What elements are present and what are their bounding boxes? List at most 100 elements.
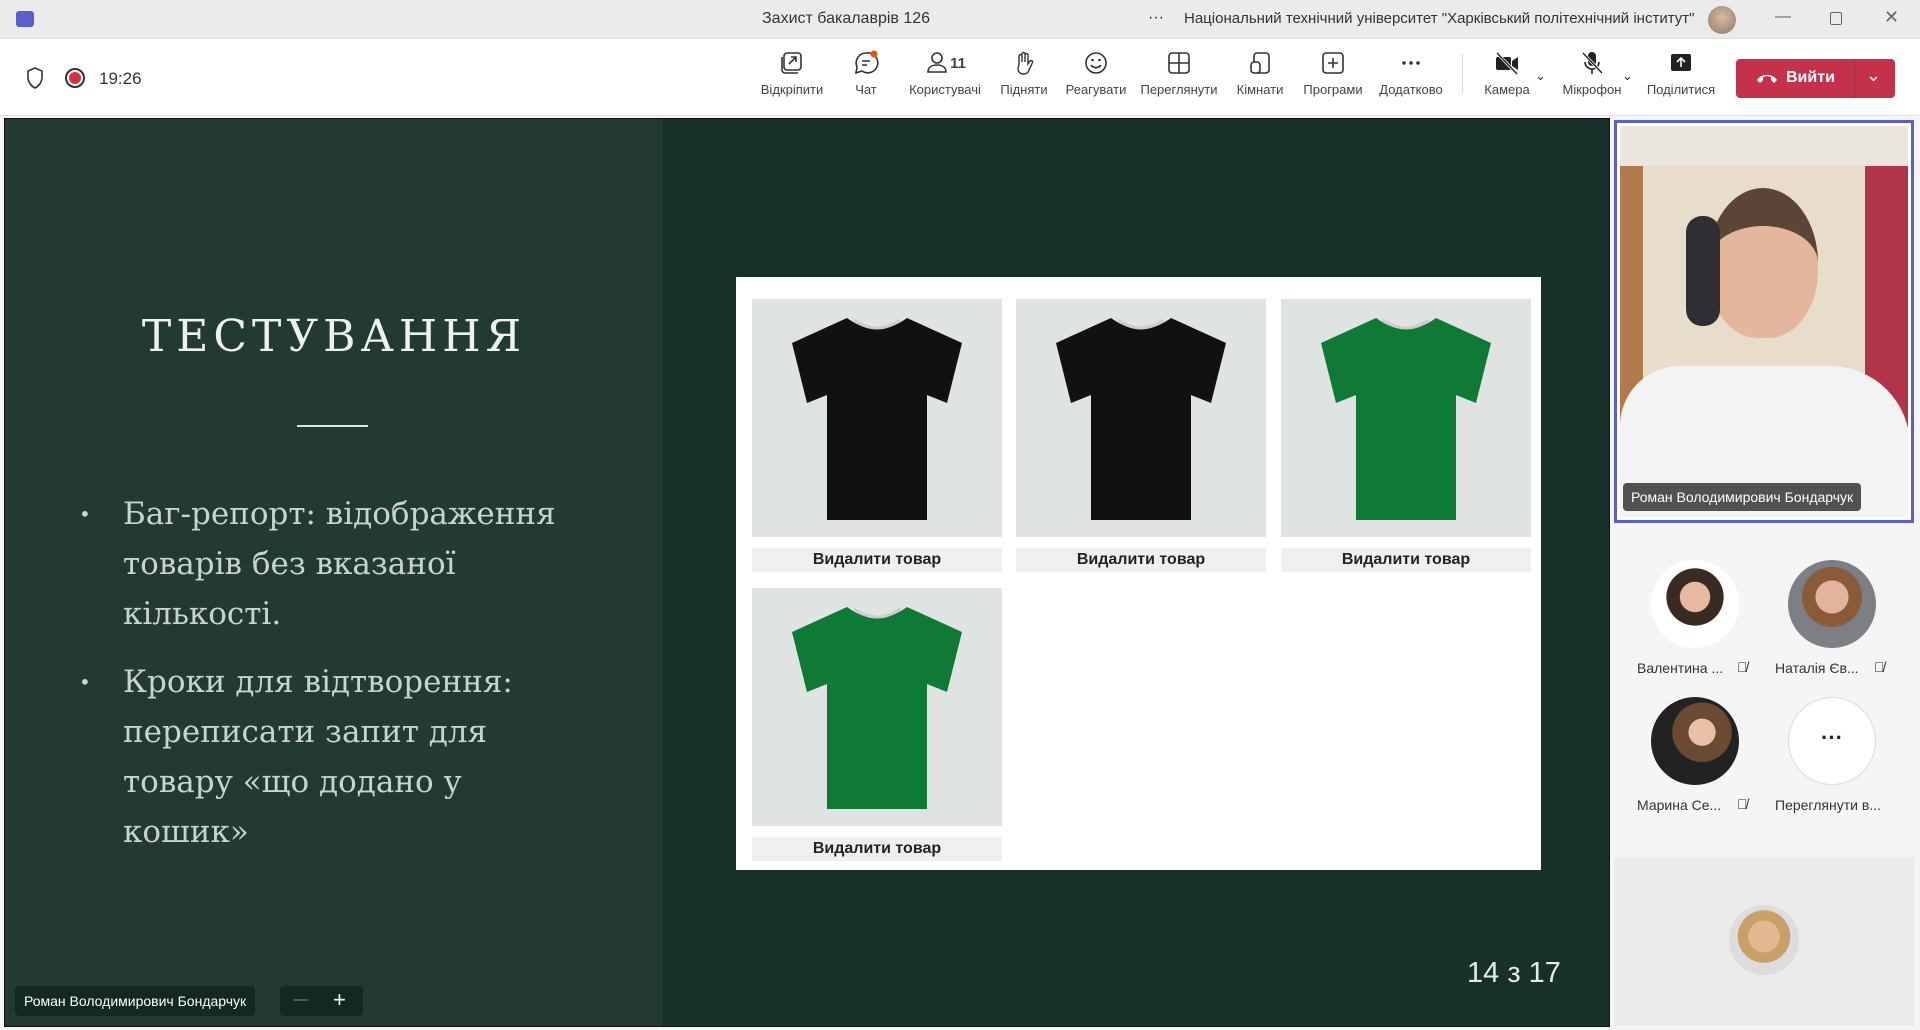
- speaker-video: Роман Володимирович Бондарчук: [1620, 126, 1908, 517]
- headphones: [1686, 216, 1720, 326]
- react-label: Реагувати: [1065, 82, 1127, 97]
- camera-options-chevron[interactable]: ⌄: [1535, 68, 1546, 84]
- bullet-text: Баг-репорт: відображення товарів без вка…: [123, 496, 556, 632]
- mic-off-icon: [1581, 51, 1604, 75]
- mic-options-chevron[interactable]: ⌄: [1622, 68, 1633, 84]
- self-view-tile[interactable]: [1614, 857, 1914, 1026]
- participant-avatar[interactable]: [1651, 560, 1739, 648]
- more-options-button[interactable]: ···: [1148, 9, 1164, 27]
- shared-screen: ТЕСТУВАННЯ • Баг-репорт: відображення тов…: [4, 118, 1610, 1027]
- slide-page-number: 14 з 17: [1467, 957, 1561, 989]
- mic-button[interactable]: Мікрофон: [1552, 50, 1632, 97]
- chat-label: Чат: [855, 82, 877, 97]
- product-screenshot: Видалити товар Видалити товар Видалити тов…: [736, 277, 1541, 870]
- person-head: [1708, 188, 1818, 338]
- unpin-icon: [781, 52, 802, 74]
- share-button[interactable]: Поділитися: [1641, 50, 1721, 97]
- product-card: Видалити товар: [752, 299, 1002, 572]
- tshirt-image: [1281, 299, 1531, 537]
- camera-label: Камера: [1484, 82, 1530, 97]
- toolbar-divider: [1462, 54, 1463, 94]
- react-icon: [1085, 52, 1107, 74]
- apps-button[interactable]: Програми: [1293, 50, 1373, 97]
- zoom-out-button[interactable]: —: [293, 991, 308, 1008]
- participant-name: Марина Се...: [1637, 797, 1722, 813]
- title-bar: Захист бакалаврів 126 ··· Національний т…: [0, 0, 1920, 39]
- view-icon: [1168, 52, 1190, 74]
- zoom-controls: — +: [280, 986, 363, 1016]
- remove-product-button[interactable]: Видалити товар: [752, 548, 1002, 572]
- slide-bullets: • Баг-репорт: відображення товарів без вк…: [79, 489, 589, 857]
- meeting-timer: 19:26: [99, 69, 142, 88]
- remove-product-button[interactable]: Видалити товар: [1016, 548, 1266, 572]
- mic-muted-icon: 🎙̸: [1737, 659, 1748, 675]
- tshirt-image: [752, 299, 1002, 537]
- hang-up-icon: [1757, 74, 1777, 83]
- view-all-label[interactable]: Переглянути в...: [1775, 797, 1881, 813]
- meeting-title: Захист бакалаврів 126: [762, 10, 931, 27]
- product-card: Видалити товар: [1016, 299, 1266, 572]
- unpin-label: Відкріпити: [760, 82, 824, 97]
- product-card: Видалити товар: [752, 588, 1002, 861]
- bullet-item: • Баг-репорт: відображення товарів без вк…: [79, 496, 556, 632]
- more-button[interactable]: Додатково: [1371, 50, 1451, 97]
- leave-label: Вийти: [1786, 69, 1835, 86]
- participant-count: 11: [950, 54, 966, 72]
- account-avatar[interactable]: [1708, 6, 1736, 34]
- raise-hand-button[interactable]: Підняти: [984, 50, 1064, 97]
- slide-title: ТЕСТУВАННЯ: [141, 311, 527, 362]
- teams-logo-icon: [16, 11, 34, 27]
- rooms-button[interactable]: Кімнати: [1220, 50, 1300, 97]
- tshirt-image: [752, 588, 1002, 826]
- minimize-button[interactable]: —: [1775, 8, 1791, 26]
- title-underline: [297, 425, 368, 427]
- speaker-video-tile[interactable]: Роман Володимирович Бондарчук: [1614, 120, 1914, 523]
- share-icon: [1671, 54, 1691, 71]
- speaker-name-tag: Роман Володимирович Бондарчук: [1623, 483, 1862, 511]
- more-label: Додатково: [1379, 82, 1443, 97]
- view-button[interactable]: Переглянути: [1139, 50, 1219, 97]
- unpin-button[interactable]: Відкріпити: [752, 50, 832, 97]
- apps-icon: [1322, 52, 1344, 74]
- participant-name: Наталія Єв...: [1775, 660, 1859, 676]
- people-icon: [927, 52, 947, 73]
- organization-name: Національний технічний університет "Харк…: [1184, 10, 1695, 27]
- leave-options-chevron[interactable]: ⌄: [1866, 65, 1881, 86]
- camera-off-icon: [1495, 51, 1519, 76]
- rooms-label: Кімнати: [1236, 82, 1284, 97]
- share-label: Поділитися: [1646, 82, 1716, 97]
- mic-muted-icon: 🎙̸: [1874, 659, 1885, 675]
- tshirt-image: [1016, 299, 1266, 537]
- restore-button[interactable]: [1830, 12, 1842, 25]
- participant-avatar[interactable]: [1651, 697, 1739, 785]
- remove-product-button[interactable]: Видалити товар: [752, 837, 1002, 861]
- participant-avatar[interactable]: [1788, 560, 1876, 648]
- people-label: Користувачі: [909, 82, 981, 97]
- people-button[interactable]: 11 Користувачі: [905, 50, 985, 97]
- apps-label: Програми: [1303, 82, 1363, 97]
- remove-product-button[interactable]: Видалити товар: [1281, 548, 1531, 572]
- view-all-participants-button[interactable]: ···: [1788, 697, 1876, 785]
- raise-hand-icon: [1017, 51, 1034, 75]
- participant-name: Валентина ...: [1637, 660, 1724, 676]
- react-button[interactable]: Реагувати: [1056, 50, 1136, 97]
- shield-icon: [27, 67, 43, 89]
- zoom-in-button[interactable]: +: [333, 987, 346, 1013]
- product-card: Видалити товар: [1281, 299, 1531, 572]
- bullet-item: • Кроки для відтворення: переписати запит…: [79, 664, 513, 850]
- rooms-icon: [1250, 52, 1270, 74]
- more-icon: [1402, 61, 1420, 65]
- close-button[interactable]: ✕: [1884, 7, 1899, 28]
- chat-icon: [854, 50, 879, 75]
- self-avatar: [1729, 905, 1799, 975]
- mic-label: Мікрофон: [1562, 82, 1622, 97]
- leave-button[interactable]: Вийти ⌄: [1736, 59, 1895, 98]
- presenter-name-tag: Роман Володимирович Бондарчук: [15, 986, 256, 1016]
- raise-hand-label: Підняти: [1000, 82, 1048, 97]
- ceiling: [1620, 126, 1908, 166]
- leave-divider: [1854, 59, 1855, 98]
- recording-icon: [65, 68, 85, 88]
- mic-muted-icon: 🎙̸: [1737, 796, 1748, 812]
- bullet-text: Кроки для відтворення: переписати запит …: [123, 664, 513, 850]
- chat-button[interactable]: Чат: [826, 50, 906, 97]
